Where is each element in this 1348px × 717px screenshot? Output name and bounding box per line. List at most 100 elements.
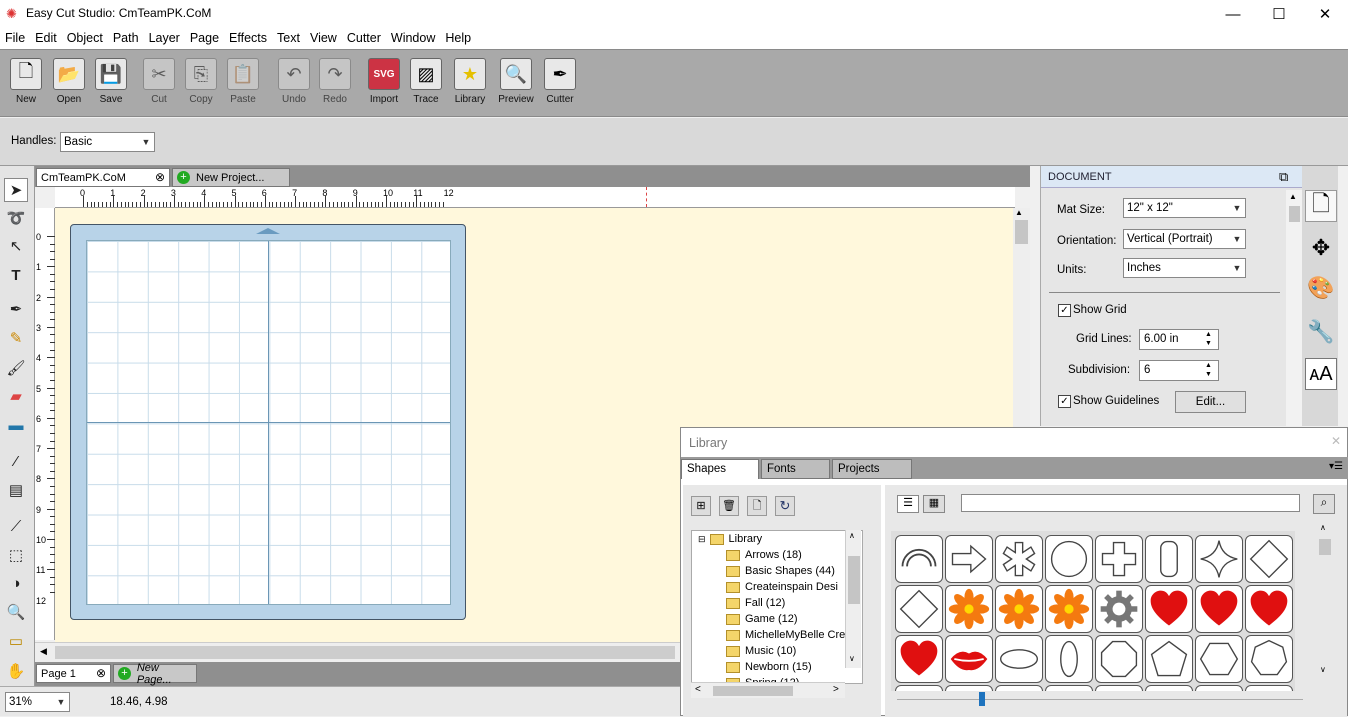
shape-thumbnail-heart[interactable] bbox=[1245, 585, 1293, 633]
shape-thumbnail-cross[interactable] bbox=[1095, 535, 1143, 583]
node-edit-tool-icon[interactable]: ↖ bbox=[4, 234, 28, 258]
menu-effects[interactable]: Effects bbox=[224, 28, 272, 49]
scroll-up-icon[interactable]: ▲ bbox=[1289, 192, 1297, 201]
close-tab-icon[interactable]: ⊗ bbox=[155, 170, 165, 184]
lasso-tool-icon[interactable]: ➰ bbox=[4, 206, 28, 230]
tree-root[interactable]: ⊟ Library bbox=[692, 531, 862, 547]
list-view-icon[interactable]: ☰ bbox=[897, 495, 919, 513]
shape-thumbnail-lips[interactable] bbox=[945, 635, 993, 683]
tree-item[interactable]: Newborn (15) bbox=[692, 659, 862, 675]
scroll-thumb[interactable] bbox=[848, 556, 860, 604]
document-panel-icon[interactable]: 🗋 bbox=[1305, 190, 1337, 222]
scroll-thumb[interactable] bbox=[1319, 539, 1331, 555]
scroll-down-icon[interactable]: ∨ bbox=[1320, 665, 1326, 674]
tree-item[interactable]: Arrows (18) bbox=[692, 547, 862, 563]
show-grid-checkbox[interactable]: ✓ bbox=[1058, 304, 1071, 317]
tab-page[interactable]: Page 1 ⊗ bbox=[36, 664, 111, 683]
shape-thumbnail-pentagon[interactable] bbox=[1145, 635, 1193, 683]
shape-thumbnail-heart[interactable] bbox=[895, 635, 943, 683]
eyedropper-tool-icon[interactable]: ⁄ bbox=[4, 449, 28, 473]
preview-button[interactable]: 🔍 Preview bbox=[495, 58, 537, 116]
tab-fonts[interactable]: Fonts bbox=[761, 459, 830, 479]
gradient-tool-icon[interactable]: ▤ bbox=[4, 478, 28, 502]
units-select[interactable]: Inches ▼ bbox=[1123, 258, 1246, 278]
shape-thumbnail-ellipse-v[interactable] bbox=[1045, 635, 1093, 683]
shape-thumbnail-circle[interactable] bbox=[1045, 535, 1093, 583]
tree-item[interactable]: MichelleMyBelle Cre bbox=[692, 627, 862, 643]
scroll-right-icon[interactable]: > bbox=[833, 684, 839, 695]
tree-horizontal-scrollbar[interactable]: < > bbox=[691, 682, 845, 698]
rectangle-tool-icon[interactable]: ▬ bbox=[4, 413, 28, 437]
menu-page[interactable]: Page bbox=[185, 28, 224, 49]
text-tool-icon[interactable]: T bbox=[4, 263, 28, 287]
select-tool-icon[interactable]: ➤ bbox=[4, 178, 28, 202]
menu-help[interactable]: Help bbox=[440, 28, 476, 49]
collapse-icon[interactable]: ⊟ bbox=[698, 534, 706, 545]
shape-thumbnail-partial[interactable] bbox=[1095, 685, 1143, 691]
shape-thumbnail-partial[interactable] bbox=[995, 685, 1043, 691]
menu-text[interactable]: Text bbox=[272, 28, 305, 49]
shape-thumbnail-partial[interactable] bbox=[895, 685, 943, 691]
shape-thumbnail-diamond[interactable] bbox=[1245, 535, 1293, 583]
scroll-up-icon[interactable]: ∧ bbox=[1320, 523, 1326, 532]
menu-view[interactable]: View bbox=[305, 28, 342, 49]
contour-tool-icon[interactable]: ◑ bbox=[4, 571, 28, 595]
mat-size-select[interactable]: 12" x 12" ▼ bbox=[1123, 198, 1246, 218]
hand-tool-icon[interactable]: ✋ bbox=[4, 659, 28, 683]
shape-thumbnail-rounded-rect[interactable] bbox=[1145, 535, 1193, 583]
tab-new-page[interactable]: + New Page... bbox=[113, 662, 197, 686]
shape-thumbnail-hexagon[interactable] bbox=[1195, 635, 1243, 683]
shape-thumbnail-gear[interactable] bbox=[1095, 585, 1143, 633]
tree-item[interactable]: Createinspain Desi bbox=[692, 579, 862, 595]
shape-thumbnail-partial[interactable] bbox=[945, 685, 993, 691]
menu-cutter[interactable]: Cutter bbox=[342, 28, 386, 49]
show-guidelines-checkbox[interactable]: ✓ bbox=[1058, 395, 1071, 408]
tree-vertical-scrollbar[interactable]: ∧ ∨ bbox=[845, 530, 861, 668]
menu-object[interactable]: Object bbox=[62, 28, 108, 49]
tab-shapes[interactable]: Shapes bbox=[681, 459, 759, 479]
maximize-button[interactable]: ☐ bbox=[1256, 0, 1302, 28]
zoom-select[interactable]: 31% ▼ bbox=[5, 692, 70, 712]
shape-thumbnail-arrow[interactable] bbox=[945, 535, 993, 583]
new-button[interactable]: 🗋 New bbox=[5, 58, 47, 116]
scroll-left-icon[interactable]: < bbox=[695, 684, 701, 695]
shapes-scrollbar[interactable]: ∧ ∨ bbox=[1317, 523, 1333, 683]
measure-tool-icon[interactable]: ▭ bbox=[4, 629, 28, 653]
scroll-thumb[interactable] bbox=[1015, 220, 1028, 244]
library-button[interactable]: ★ Library bbox=[449, 58, 491, 116]
shape-thumbnail-partial[interactable] bbox=[1145, 685, 1193, 691]
transform-tool-icon[interactable]: ⬚ bbox=[4, 543, 28, 567]
close-icon[interactable]: ✕ bbox=[1331, 434, 1341, 448]
minimize-button[interactable]: — bbox=[1210, 0, 1256, 28]
color-palette-icon[interactable]: 🎨 bbox=[1305, 272, 1337, 304]
paste-button[interactable]: 📋 Paste bbox=[222, 58, 264, 116]
close-page-icon[interactable]: ⊗ bbox=[96, 666, 106, 680]
close-button[interactable]: ✕ bbox=[1302, 0, 1348, 28]
library-menu-icon[interactable]: ▾☰ bbox=[1329, 461, 1343, 472]
menu-file[interactable]: File bbox=[0, 28, 30, 49]
scroll-up-icon[interactable]: ▲ bbox=[1015, 208, 1023, 217]
tree-item[interactable]: Basic Shapes (44) bbox=[692, 563, 862, 579]
shape-thumbnail-flower[interactable] bbox=[995, 585, 1043, 633]
shape-thumbnail-partial[interactable] bbox=[1245, 685, 1293, 691]
transform-panel-icon[interactable]: ✥ bbox=[1305, 232, 1337, 264]
undock-icon[interactable]: ⧉ bbox=[1279, 169, 1288, 185]
wrench-icon[interactable]: 🔧 bbox=[1305, 316, 1337, 348]
shape-thumbnail-ellipse-h[interactable] bbox=[995, 635, 1043, 683]
tree-item[interactable]: Music (10) bbox=[692, 643, 862, 659]
library-search-input[interactable] bbox=[961, 494, 1300, 512]
new-folder-icon[interactable]: ⊞ bbox=[691, 496, 711, 516]
shape-thumbnail-arc[interactable] bbox=[895, 535, 943, 583]
copy-button[interactable]: ⎘ Copy bbox=[180, 58, 222, 116]
shape-thumbnail-star4[interactable] bbox=[1195, 535, 1243, 583]
handles-select[interactable]: Basic ▼ bbox=[60, 132, 155, 152]
edit-guidelines-button[interactable]: Edit... bbox=[1175, 391, 1246, 413]
trash-icon[interactable]: 🗑 bbox=[719, 496, 739, 516]
document-panel-scrollbar[interactable]: ▲ bbox=[1286, 190, 1303, 426]
tab-new-project[interactable]: + New Project... bbox=[172, 168, 290, 187]
scroll-left-icon[interactable]: ◀ bbox=[40, 646, 47, 657]
shape-thumbnail-flower[interactable] bbox=[1045, 585, 1093, 633]
scroll-down-icon[interactable]: ∨ bbox=[849, 654, 855, 663]
shape-thumbnail-heptagon[interactable] bbox=[1245, 635, 1293, 683]
eraser-tool-icon[interactable]: ▰ bbox=[4, 384, 28, 408]
